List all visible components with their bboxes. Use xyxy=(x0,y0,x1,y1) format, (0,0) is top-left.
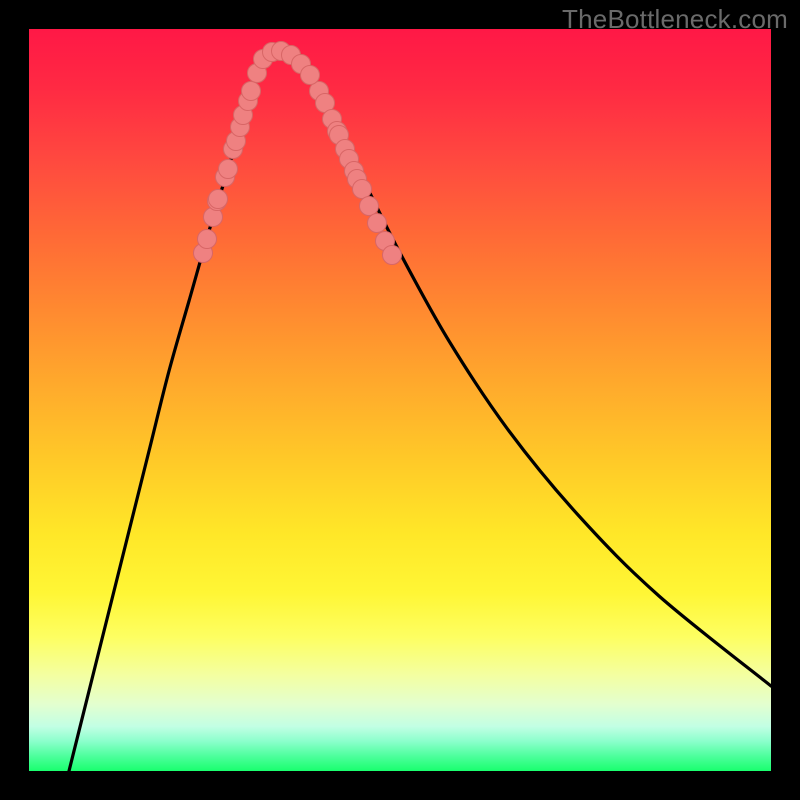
right-dot-cluster xyxy=(310,82,402,265)
watermark-text: TheBottleneck.com xyxy=(562,4,788,35)
right-dot-11 xyxy=(368,214,387,233)
left-dot-12 xyxy=(242,82,261,101)
chart-frame: TheBottleneck.com xyxy=(0,0,800,800)
left-dot-4 xyxy=(209,190,228,209)
bottom-dot-5 xyxy=(301,66,320,85)
bottleneck-curve xyxy=(69,51,771,771)
left-dot-6 xyxy=(219,160,238,179)
right-dot-9 xyxy=(353,180,372,199)
left-dot-cluster xyxy=(194,64,267,263)
right-dot-13 xyxy=(383,246,402,265)
plot-area xyxy=(29,29,771,771)
chart-svg xyxy=(29,29,771,771)
right-dot-10 xyxy=(360,197,379,216)
left-dot-1 xyxy=(198,230,217,249)
